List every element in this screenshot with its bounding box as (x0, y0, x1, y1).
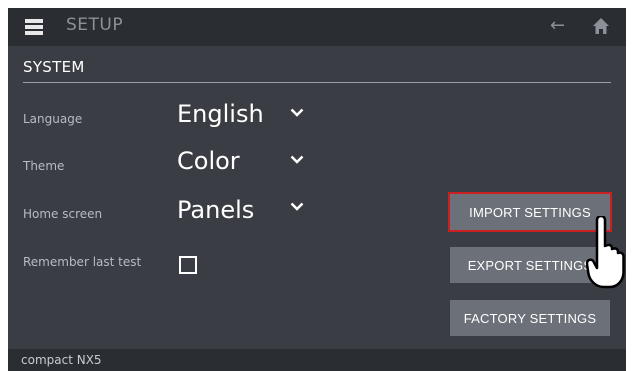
factory-settings-button[interactable]: FACTORY SETTINGS (450, 300, 610, 336)
remember-last-test-label: Remember last test (23, 255, 142, 269)
device-name: compact NX5 (21, 353, 102, 367)
language-dropdown-value[interactable]: English (177, 100, 264, 128)
top-bar: SETUP ← (8, 8, 626, 46)
section-title: SYSTEM (23, 58, 85, 76)
home-screen-dropdown-value[interactable]: Panels (177, 196, 254, 224)
menu-icon[interactable] (25, 19, 43, 36)
remember-last-test-checkbox[interactable] (179, 256, 197, 274)
device-screen: SETUP ← SYSTEM Language English Theme Co… (8, 8, 626, 371)
language-label: Language (23, 112, 83, 126)
theme-dropdown-value[interactable]: Color (177, 147, 240, 175)
footer-bar: compact NX5 (8, 349, 626, 371)
chevron-down-icon[interactable] (290, 108, 304, 117)
chevron-down-icon[interactable] (290, 202, 304, 211)
section-divider (23, 82, 611, 83)
theme-label: Theme (23, 159, 65, 173)
page-title: SETUP (66, 15, 124, 35)
home-icon[interactable] (593, 18, 609, 34)
back-arrow-icon[interactable]: ← (550, 14, 565, 38)
chevron-down-icon[interactable] (290, 155, 304, 164)
pointing-hand-cursor-icon (586, 216, 625, 289)
home-screen-label: Home screen (23, 207, 103, 221)
